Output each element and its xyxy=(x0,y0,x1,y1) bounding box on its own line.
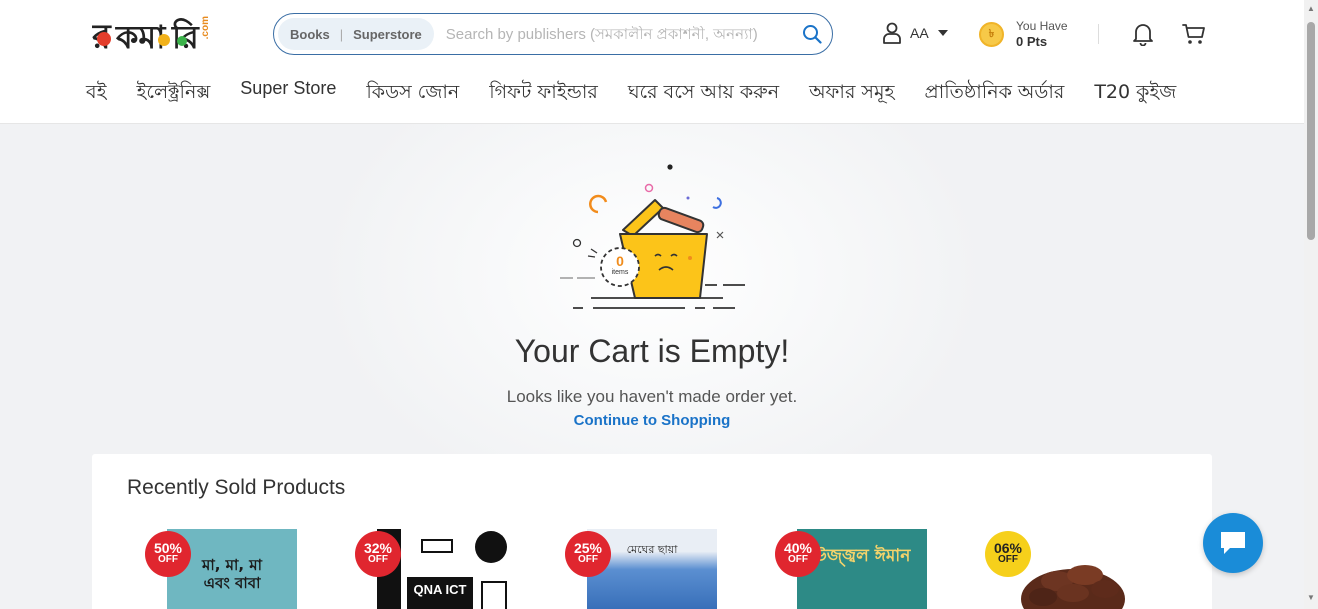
discount-badge: 06% OFF xyxy=(987,533,1029,575)
scroll-down-arrow-icon[interactable]: ▼ xyxy=(1307,593,1315,602)
empty-basket-illustration xyxy=(560,164,745,309)
rokomari-logo[interactable]: র কমা রি .com xyxy=(92,12,212,58)
product-cover-title: মেঘের ছায়া xyxy=(626,543,678,556)
points-value: 0 Pts xyxy=(1016,34,1048,49)
recently-sold-section: Recently Sold Products মা, মা, মা এবং বা… xyxy=(92,454,1212,609)
product-cover: উজ্জ্বল ঈমান xyxy=(797,529,927,609)
caret-down-icon xyxy=(937,30,948,36)
discount-off-label: OFF xyxy=(578,554,598,565)
continue-shopping-link[interactable]: Continue to Shopping xyxy=(0,412,1304,429)
logo-mark: র কমা রি xyxy=(92,17,200,57)
product-cover: QNA ICT xyxy=(377,529,507,609)
search-button[interactable] xyxy=(792,14,832,54)
recently-sold-title: Recently Sold Products xyxy=(127,476,346,499)
svg-text:রি: রি xyxy=(171,17,200,56)
empty-cart-title: Your Cart is Empty! xyxy=(514,333,790,369)
product-cover xyxy=(1007,529,1137,609)
nav-item-gift-finder[interactable]: গিফট ফাইন্ডার xyxy=(489,78,598,110)
product-cover: মা, মা, মা এবং বাবা xyxy=(167,529,297,609)
live-chat-button[interactable] xyxy=(1203,513,1263,573)
nav-item-institutional-order[interactable]: প্রাতিষ্ঠানিক অর্ডার xyxy=(925,78,1065,110)
nav-item-earn-from-home[interactable]: ঘরে বসে আয় করুন xyxy=(628,78,779,110)
discount-badge: 25% OFF xyxy=(567,533,609,575)
product-cover: মেঘের ছায়া xyxy=(587,529,717,609)
search-tab-books[interactable]: Books xyxy=(290,27,330,42)
bell-icon xyxy=(1133,24,1153,47)
discount-off-label: OFF xyxy=(368,554,388,565)
main-navigation: বই ইলেক্ট্রনিক্স Super Store কিডস জোন গি… xyxy=(86,78,1206,110)
page-scrollbar[interactable]: ▲ ▼ xyxy=(1304,0,1318,609)
product-cover-title: উজ্জ্বল ঈমান xyxy=(813,546,911,566)
product-cover-title: মা, মা, মা এবং বাবা xyxy=(202,556,262,592)
points-label: You Have xyxy=(1016,19,1068,33)
account-menu[interactable]: AA xyxy=(882,22,949,44)
nav-item-electronics[interactable]: ইলেক্ট্রনিক্স xyxy=(136,78,210,110)
discount-percent: 50% xyxy=(153,540,183,556)
discount-badge: 50% OFF xyxy=(147,533,189,575)
scroll-thumb[interactable] xyxy=(1307,22,1315,240)
user-icon xyxy=(883,22,901,44)
coin-icon: ৳ xyxy=(979,21,1004,47)
site-header: র কমা রি .com Books | Superstore AA xyxy=(0,0,1304,124)
discount-percent: 25% xyxy=(573,540,603,556)
search-input[interactable] xyxy=(433,25,792,43)
cart-count: 0 xyxy=(616,253,624,269)
discount-percent: 06% xyxy=(993,540,1023,556)
chat-bubble-icon xyxy=(1221,532,1245,554)
cart-button[interactable] xyxy=(1182,22,1206,51)
nav-item-t20-quiz[interactable]: T20 কুইজ xyxy=(1094,78,1176,110)
search-tab-separator: | xyxy=(339,26,344,42)
dates-product-image xyxy=(1021,565,1125,609)
product-card[interactable]: মা, মা, মা এবং বাবা 50% OFF xyxy=(147,529,307,609)
discount-off-label: OFF xyxy=(788,554,808,565)
scroll-up-arrow-icon[interactable]: ▲ xyxy=(1307,4,1315,13)
empty-cart-subtitle: Looks like you haven't made order yet. xyxy=(506,387,798,406)
product-card[interactable]: উজ্জ্বল ঈমান 40% OFF xyxy=(777,529,937,609)
discount-off-label: OFF xyxy=(158,554,178,565)
cart-count-unit: items xyxy=(611,269,629,276)
search-icon xyxy=(803,25,822,44)
discount-off-label: OFF xyxy=(998,554,1018,565)
discount-percent: 32% xyxy=(363,540,393,556)
header-divider xyxy=(1098,24,1099,44)
search-scope-tabs: Books | Superstore xyxy=(278,18,434,50)
product-card[interactable]: QNA ICT 32% OFF xyxy=(357,529,517,609)
logo-suffix: .com xyxy=(200,16,211,40)
discount-badge: 32% OFF xyxy=(357,533,399,575)
cart-icon xyxy=(1182,24,1205,44)
nav-item-kids-zone[interactable]: কিডস জোন xyxy=(366,78,459,110)
notifications-button[interactable] xyxy=(1132,22,1154,51)
product-cover-title: QNA ICT xyxy=(407,577,473,609)
nav-item-books[interactable]: বই xyxy=(86,78,106,110)
reward-points[interactable]: ৳ You Have 0 Pts xyxy=(979,18,1068,50)
search-bar: Books | Superstore xyxy=(273,13,833,55)
discount-percent: 40% xyxy=(783,540,813,556)
product-card[interactable]: মেঘের ছায়া 25% OFF xyxy=(567,529,727,609)
discount-badge: 40% OFF xyxy=(777,533,819,575)
nav-item-super-store[interactable]: Super Store xyxy=(240,78,336,110)
product-card[interactable]: 06% OFF xyxy=(987,529,1147,609)
search-tab-superstore[interactable]: Superstore xyxy=(353,27,422,42)
nav-item-offers[interactable]: অফার সমূহ xyxy=(809,78,894,110)
account-name: AA xyxy=(910,25,929,41)
